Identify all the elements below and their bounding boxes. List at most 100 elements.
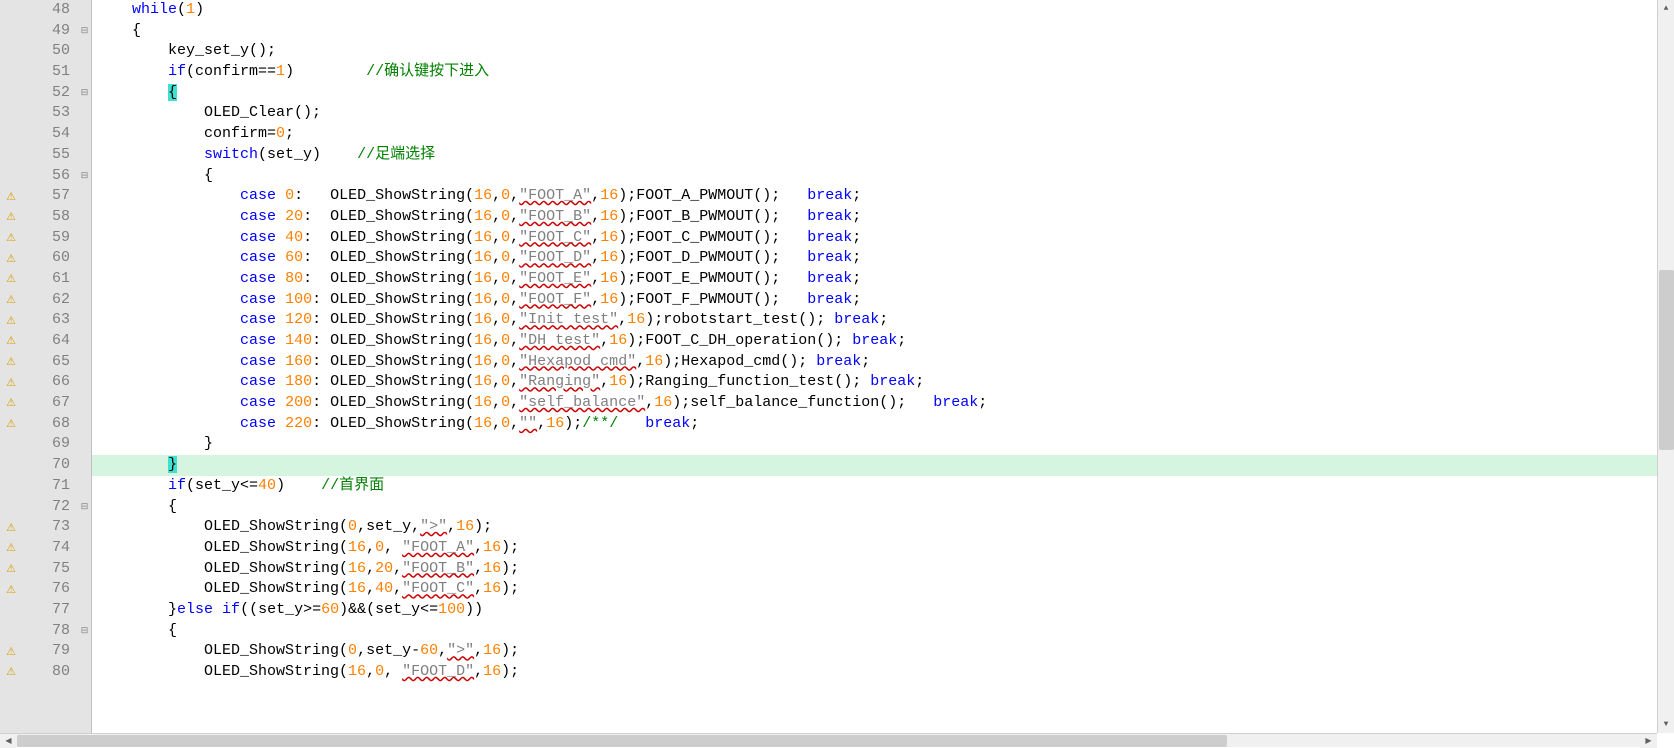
token-ident xyxy=(96,373,240,390)
code-editor[interactable]: 4849505152535455565758596061626364656667… xyxy=(0,0,1674,733)
token-num: 0 xyxy=(501,394,510,411)
token-str-underline: "FOOT_C" xyxy=(519,229,591,246)
horizontal-scrollbar[interactable]: ◀ ▶ xyxy=(0,733,1657,747)
code-line[interactable]: { xyxy=(92,497,1674,518)
token-ident: , xyxy=(366,539,375,556)
code-line[interactable]: case 100: OLED_ShowString(16,0,"FOOT_F",… xyxy=(92,290,1674,311)
marker-empty xyxy=(0,83,22,104)
token-ident: , xyxy=(510,311,519,328)
token-com: //足端选择 xyxy=(357,146,435,163)
token-num: 0 xyxy=(501,332,510,349)
line-number: 70 xyxy=(22,455,70,476)
token-ident: , xyxy=(384,663,402,680)
fold-collapse-icon[interactable] xyxy=(78,497,91,518)
fold-empty xyxy=(78,641,91,662)
code-line[interactable]: OLED_ShowString(16,0, "FOOT_A",16); xyxy=(92,538,1674,559)
token-ident: OLED_Clear(); xyxy=(96,104,321,121)
token-num: 16 xyxy=(474,208,492,225)
token-ident: );Hexapod_cmd(); xyxy=(663,353,816,370)
token-ident: , xyxy=(492,291,501,308)
scroll-left-arrow[interactable]: ◀ xyxy=(0,734,17,748)
token-num: 16 xyxy=(609,373,627,390)
token-ident: , xyxy=(618,311,627,328)
token-ident: ; xyxy=(852,249,861,266)
fold-collapse-icon[interactable] xyxy=(78,21,91,42)
code-line[interactable]: case 140: OLED_ShowString(16,0,"DH test"… xyxy=(92,331,1674,352)
code-line[interactable]: } xyxy=(92,455,1674,476)
token-ident: OLED_ShowString( xyxy=(96,642,348,659)
token-kw: case xyxy=(240,394,276,411)
code-line[interactable]: case 160: OLED_ShowString(16,0,"Hexapod … xyxy=(92,352,1674,373)
token-ident: confirm= xyxy=(96,125,276,142)
scroll-down-arrow[interactable]: ▼ xyxy=(1658,716,1674,733)
code-line[interactable]: OLED_ShowString(0,set_y,">",16); xyxy=(92,517,1674,538)
code-area[interactable]: while(1) { key_set_y(); if(confirm==1) /… xyxy=(92,0,1674,733)
vertical-scrollbar[interactable]: ▲ ▼ xyxy=(1657,0,1674,733)
code-line[interactable]: OLED_Clear(); xyxy=(92,103,1674,124)
code-line[interactable]: while(1) xyxy=(92,0,1674,21)
token-kw: case xyxy=(240,415,276,432)
code-line[interactable]: case 0: OLED_ShowString(16,0,"FOOT_A",16… xyxy=(92,186,1674,207)
fold-collapse-icon[interactable] xyxy=(78,83,91,104)
fold-collapse-icon[interactable] xyxy=(78,621,91,642)
token-ident: ) xyxy=(276,477,321,494)
warning-icon xyxy=(0,393,22,414)
fold-gutter[interactable] xyxy=(78,0,92,733)
code-line[interactable]: { xyxy=(92,21,1674,42)
token-num: 16 xyxy=(600,249,618,266)
code-line[interactable]: case 200: OLED_ShowString(16,0,"self_bal… xyxy=(92,393,1674,414)
scroll-right-arrow[interactable]: ▶ xyxy=(1640,734,1657,748)
marker-empty xyxy=(0,0,22,21)
code-line[interactable]: switch(set_y) //足端选择 xyxy=(92,145,1674,166)
token-ident: ; xyxy=(861,353,870,370)
token-ident xyxy=(213,601,222,618)
code-line[interactable]: OLED_ShowString(0,set_y-60,">",16); xyxy=(92,641,1674,662)
token-ident xyxy=(96,146,204,163)
horizontal-scroll-thumb[interactable] xyxy=(17,735,1227,747)
token-num: 0 xyxy=(501,229,510,246)
token-num: 60 xyxy=(321,601,339,618)
code-line[interactable]: case 80: OLED_ShowString(16,0,"FOOT_E",1… xyxy=(92,269,1674,290)
token-ident xyxy=(96,332,240,349)
code-line[interactable]: { xyxy=(92,166,1674,187)
token-num: 180 xyxy=(285,373,312,390)
code-line[interactable]: OLED_ShowString(16,40,"FOOT_C",16); xyxy=(92,579,1674,600)
code-line[interactable]: { xyxy=(92,621,1674,642)
code-line[interactable]: OLED_ShowString(16,0, "FOOT_D",16); xyxy=(92,662,1674,683)
code-line[interactable]: OLED_ShowString(16,20,"FOOT_B",16); xyxy=(92,559,1674,580)
token-ident: ; xyxy=(852,229,861,246)
code-line[interactable]: case 120: OLED_ShowString(16,0,"Init tes… xyxy=(92,310,1674,331)
code-line[interactable]: }else if((set_y>=60)&&(set_y<=100)) xyxy=(92,600,1674,621)
token-ident: : OLED_ShowString( xyxy=(294,187,474,204)
token-ident: : OLED_ShowString( xyxy=(312,373,474,390)
vertical-scroll-thumb[interactable] xyxy=(1659,270,1674,450)
code-line[interactable]: if(set_y<=40) //首界面 xyxy=(92,476,1674,497)
token-ident: , xyxy=(510,394,519,411)
token-ident xyxy=(276,270,285,287)
code-line[interactable]: { xyxy=(92,83,1674,104)
token-num: 16 xyxy=(474,394,492,411)
token-num: 16 xyxy=(627,311,645,328)
marker-empty xyxy=(0,21,22,42)
fold-empty xyxy=(78,145,91,166)
line-number: 56 xyxy=(22,166,70,187)
code-line[interactable]: if(confirm==1) //确认键按下进入 xyxy=(92,62,1674,83)
warning-icon xyxy=(0,269,22,290)
code-line[interactable]: case 40: OLED_ShowString(16,0,"FOOT_C",1… xyxy=(92,228,1674,249)
code-line[interactable]: } xyxy=(92,434,1674,455)
token-str-underline: "FOOT_B" xyxy=(402,560,474,577)
code-line[interactable]: case 20: OLED_ShowString(16,0,"FOOT_B",1… xyxy=(92,207,1674,228)
code-line[interactable]: confirm=0; xyxy=(92,124,1674,145)
code-line[interactable]: case 180: OLED_ShowString(16,0,"Ranging"… xyxy=(92,372,1674,393)
code-line[interactable]: case 220: OLED_ShowString(16,0,"",16);/*… xyxy=(92,414,1674,435)
token-ident: , xyxy=(510,415,519,432)
token-num: 16 xyxy=(348,560,366,577)
scroll-up-arrow[interactable]: ▲ xyxy=(1658,0,1674,17)
marker-empty xyxy=(0,124,22,145)
line-number: 50 xyxy=(22,41,70,62)
token-ident: ; xyxy=(285,125,294,142)
code-line[interactable]: key_set_y(); xyxy=(92,41,1674,62)
fold-empty xyxy=(78,310,91,331)
fold-collapse-icon[interactable] xyxy=(78,166,91,187)
code-line[interactable]: case 60: OLED_ShowString(16,0,"FOOT_D",1… xyxy=(92,248,1674,269)
